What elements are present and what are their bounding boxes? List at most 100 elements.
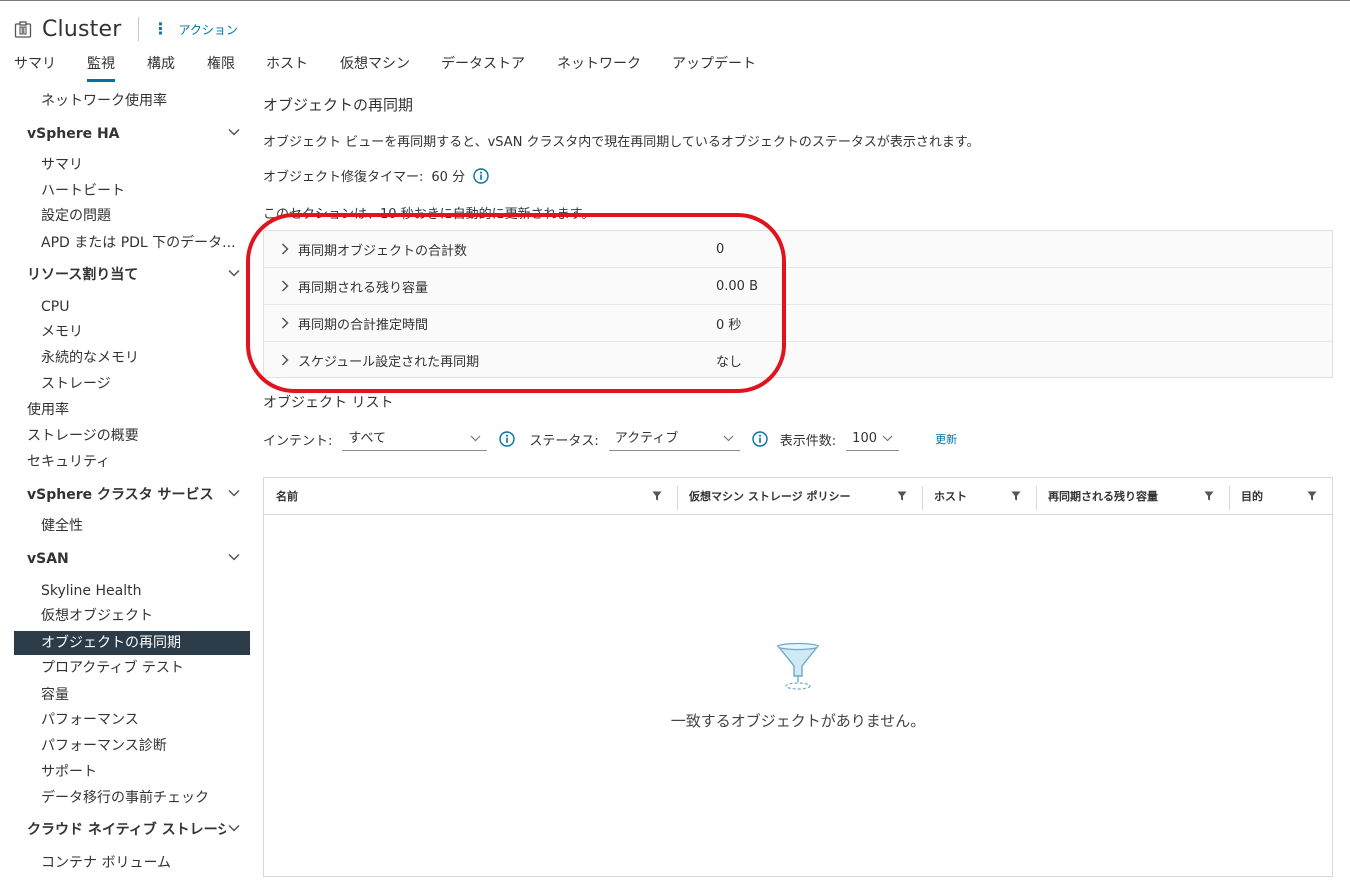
sidebar-item-apd-pdl[interactable]: APD または PDL 下のデータ... (0, 231, 250, 255)
sidebar-item-config-issues[interactable]: 設定の問題 (0, 204, 250, 228)
intent-select[interactable]: すべて (342, 427, 488, 451)
sidebar-item-network-usage[interactable]: ネットワーク使用率 (0, 89, 250, 113)
sidebar-item-storage-overview[interactable]: ストレージの概要 (0, 424, 250, 448)
chevron-right-icon (281, 354, 289, 366)
actions-menu-button[interactable]: アクション (179, 21, 238, 38)
sidebar-group-label: クラウド ネイティブ ストレージ (27, 822, 232, 838)
chevron-down-icon (226, 818, 240, 832)
summary-label: 再同期の合計推定時間 (298, 317, 429, 333)
count-select[interactable]: 100 (846, 427, 900, 451)
status-select-value: アクティブ (614, 431, 679, 446)
chevron-down-icon (228, 547, 240, 561)
sidebar-item-skyline-health[interactable]: Skyline Health (0, 579, 250, 603)
sidebar-item-capacity[interactable]: 容量 (0, 683, 250, 707)
tab-vms[interactable]: 仮想マシン (340, 52, 410, 82)
monitor-sidebar: ネットワーク使用率 vSphere HA サマリ ハートビート 設定の問題 AP… (0, 86, 252, 886)
sidebar-group-vcls[interactable]: vSphere クラスタ サービス (0, 483, 250, 507)
summary-value: なし (716, 355, 743, 370)
chevron-down-icon (228, 122, 240, 136)
refresh-button[interactable]: 更新 (935, 431, 957, 447)
tab-networks[interactable]: ネットワーク (557, 52, 641, 82)
page-title: Cluster (42, 16, 122, 42)
sidebar-group-vsphere-ha[interactable]: vSphere HA (0, 122, 250, 146)
section-title: オブジェクトの再同期 (263, 96, 414, 114)
sidebar-group-label: vSphere HA (27, 126, 120, 142)
filter-icon[interactable] (897, 491, 907, 501)
sidebar-item-performance-diagnostics[interactable]: パフォーマンス診断 (0, 734, 250, 758)
info-icon[interactable] (473, 167, 489, 184)
tab-summary[interactable]: サマリ (14, 52, 56, 82)
sidebar-item-health[interactable]: 健全性 (0, 514, 250, 538)
table-header: 名前 仮想マシン ストレージ ポリシー ホスト 再同期される残り容量 目的 (264, 478, 1332, 515)
sidebar-item-resync-objects[interactable]: オブジェクトの再同期 (14, 631, 250, 655)
top-border (0, 0, 1350, 1)
page-header: Cluster ⋮ アクション (14, 14, 238, 44)
sidebar-group-resource-allocation[interactable]: リソース割り当て (0, 263, 250, 287)
summary-row-remaining-bytes[interactable]: 再同期される残り容量 0.00 B (264, 268, 1332, 305)
status-label: ステータス: (529, 433, 599, 449)
summary-value: 0.00 B (716, 278, 758, 294)
info-icon[interactable] (499, 431, 516, 447)
status-select[interactable]: アクティブ (608, 427, 740, 451)
sidebar-item-proactive-tests[interactable]: プロアクティブ テスト (0, 656, 250, 680)
filter-icon[interactable] (1307, 491, 1317, 501)
sidebar-group-label: vSAN (27, 551, 69, 567)
summary-label: 再同期オブジェクトの合計数 (298, 243, 468, 259)
sidebar-item-container-volumes[interactable]: コンテナ ボリューム (0, 851, 250, 875)
column-header-vm-storage-policy[interactable]: 仮想マシン ストレージ ポリシー (677, 478, 922, 515)
filter-icon[interactable] (1011, 491, 1021, 501)
cluster-icon (14, 21, 32, 38)
auto-refresh-note: このセクションは、10 秒おきに自動的に更新されます。 (263, 207, 595, 222)
object-list-filters: インテント: すべて ステータス: アクティブ 表示件数: 100 更新 (263, 426, 957, 452)
column-header-name[interactable]: 名前 (264, 478, 677, 515)
summary-row-total-objects[interactable]: 再同期オブジェクトの合計数 0 (264, 231, 1332, 268)
resync-summary: 再同期オブジェクトの合計数 0 再同期される残り容量 0.00 B 再同期の合計… (263, 230, 1333, 378)
tab-configure[interactable]: 構成 (147, 52, 175, 82)
section-description: オブジェクト ビューを再同期すると、vSAN クラスタ内で現在再同期しているオブ… (263, 135, 980, 150)
chevron-down-icon (723, 427, 734, 451)
chevron-right-icon (281, 243, 289, 255)
summary-value: 0 秒 (716, 317, 742, 333)
tab-hosts[interactable]: ホスト (266, 52, 308, 82)
sidebar-group-label: リソース割り当て (27, 267, 139, 283)
sidebar-item-virtual-objects[interactable]: 仮想オブジェクト (0, 604, 250, 628)
tab-updates[interactable]: アップデート (672, 52, 756, 82)
tab-datastores[interactable]: データストア (441, 52, 525, 82)
filter-icon[interactable] (1204, 491, 1214, 501)
sidebar-item-persistent-memory[interactable]: 永続的なメモリ (0, 346, 250, 370)
summary-label: スケジュール設定された再同期 (298, 355, 480, 370)
sidebar-item-utilization[interactable]: 使用率 (0, 398, 250, 422)
info-icon[interactable] (752, 431, 768, 447)
sidebar-group-vsan[interactable]: vSAN (0, 547, 250, 571)
empty-filter-icon (776, 642, 820, 690)
chevron-right-icon (281, 317, 289, 329)
empty-message: 一致するオブジェクトがありません。 (670, 712, 926, 730)
sidebar-item-storage[interactable]: ストレージ (0, 372, 250, 396)
tab-monitor[interactable]: 監視 (87, 52, 115, 82)
chevron-down-icon (228, 483, 240, 497)
intent-select-value: すべて (348, 431, 386, 446)
sidebar-item-ha-summary[interactable]: サマリ (0, 153, 250, 177)
count-select-value: 100 (852, 431, 877, 446)
sidebar-item-cpu[interactable]: CPU (0, 295, 250, 319)
object-list-table: 名前 仮想マシン ストレージ ポリシー ホスト 再同期される残り容量 目的 一致… (263, 477, 1333, 877)
chevron-right-icon (281, 280, 289, 292)
sidebar-item-data-migration-precheck[interactable]: データ移行の事前チェック (0, 786, 250, 810)
sidebar-item-support[interactable]: サポート (0, 760, 250, 784)
summary-value: 0 (716, 241, 725, 257)
column-header-remaining-bytes[interactable]: 再同期される残り容量 (1036, 478, 1229, 515)
sidebar-item-security[interactable]: セキュリティ (0, 450, 250, 474)
sidebar-item-memory[interactable]: メモリ (0, 320, 250, 344)
summary-row-estimated-time[interactable]: 再同期の合計推定時間 0 秒 (264, 305, 1332, 342)
kebab-menu-icon[interactable]: ⋮ (153, 21, 169, 37)
sidebar-item-heartbeat[interactable]: ハートビート (0, 179, 250, 203)
filter-icon[interactable] (652, 491, 662, 501)
sidebar-group-cloud-native-storage[interactable]: クラウド ネイティブ ストレージ (0, 818, 250, 842)
chevron-down-icon (228, 263, 240, 277)
summary-row-scheduled-resync[interactable]: スケジュール設定された再同期 なし (264, 342, 1332, 379)
repair-timer-label: オブジェクト修復タイマー: (263, 170, 424, 185)
tab-permissions[interactable]: 権限 (207, 52, 235, 82)
empty-state: 一致するオブジェクトがありません。 (264, 515, 1332, 876)
sidebar-item-performance[interactable]: パフォーマンス (0, 708, 250, 732)
chevron-down-icon (470, 427, 481, 451)
